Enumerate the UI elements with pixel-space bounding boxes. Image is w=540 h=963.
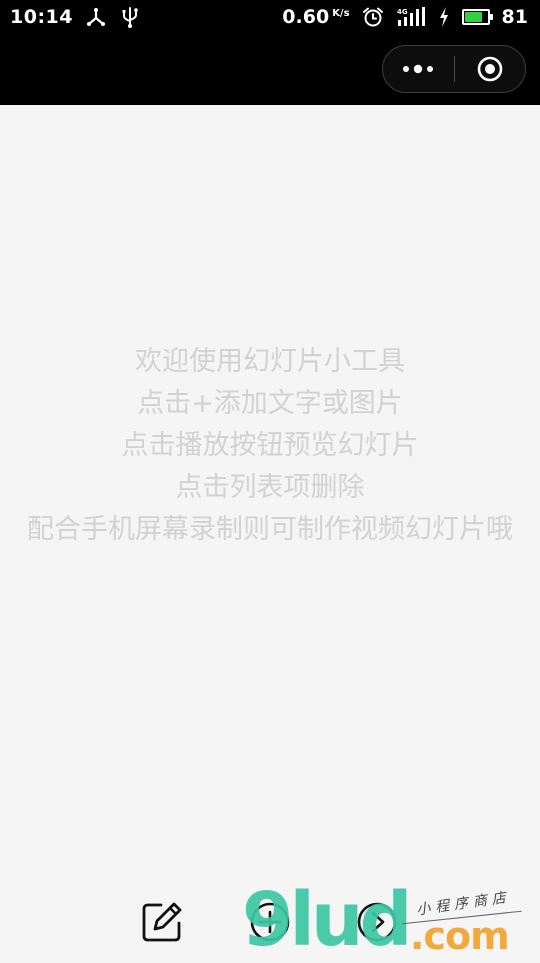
nav-bar [0,34,540,105]
edit-icon [142,902,182,942]
network-speed: 0.60 K/s [282,6,349,28]
tip-line: 欢迎使用幻灯片小工具 [135,346,405,377]
charging-bolt-icon [439,7,448,27]
menu-capsule [382,45,526,93]
more-dots-icon [403,64,434,74]
svg-text:4G: 4G [397,8,408,16]
battery-level: 81 [501,6,528,28]
status-bar-right: 0.60 K/s 4G 81 [282,6,528,28]
close-button[interactable] [455,46,526,92]
battery-fill [464,12,483,22]
alarm-clock-icon [362,7,383,27]
signal-4g-icon: 4G [397,7,425,26]
status-bar: 10:14 0.60 K/s 4G 81 [0,0,540,34]
edit-button[interactable] [139,899,185,945]
more-button[interactable] [383,46,454,92]
tip-line: 点击+添加文字或图片 [137,388,403,419]
status-time: 10:14 [10,6,73,28]
play-circle-icon [357,902,397,942]
share-node-icon [86,8,105,26]
play-button[interactable] [354,899,400,945]
tip-line: 配合手机屏幕录制则可制作视频幻灯片哦 [27,514,513,545]
target-close-icon [477,56,503,82]
main-content: 欢迎使用幻灯片小工具 点击+添加文字或图片 点击播放按钮预览幻灯片 点击列表项删… [0,105,540,960]
tip-line: 点击播放按钮预览幻灯片 [121,430,419,461]
add-circle-icon [250,902,290,942]
status-bar-left: 10:14 [10,6,141,28]
network-speed-unit: K/s [332,8,350,19]
tips-block: 欢迎使用幻灯片小工具 点击+添加文字或图片 点击播放按钮预览幻灯片 点击列表项删… [0,341,540,551]
network-speed-value: 0.60 [282,6,330,28]
battery-icon [461,9,493,25]
usb-icon [122,7,138,28]
tip-line: 点击列表项删除 [175,472,365,503]
bottom-toolbar [0,895,540,955]
add-button[interactable] [247,899,293,945]
